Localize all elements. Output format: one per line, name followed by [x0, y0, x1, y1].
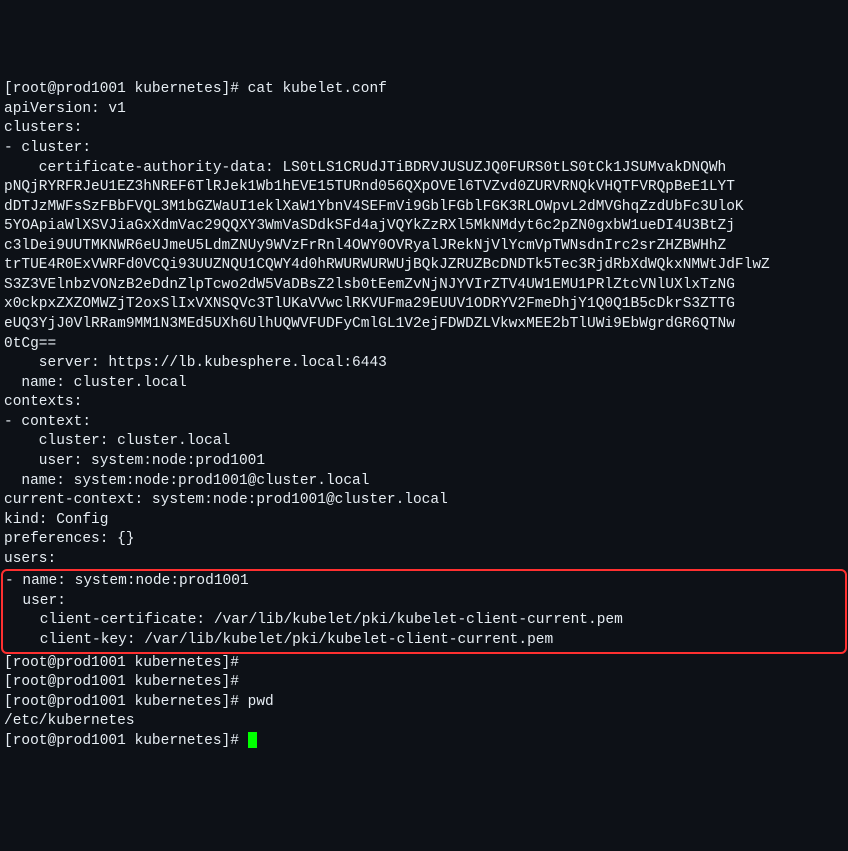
terminal-cursor — [248, 732, 257, 748]
yaml-clusters-key: clusters: — [4, 120, 82, 136]
yaml-ca-data-cont: dDTJzMWFsSzFBbFVQL3M1bGZWaUI1eklXaW1YbnV… — [4, 199, 744, 215]
prompt-empty: [root@prod1001 kubernetes]# — [4, 674, 239, 690]
yaml-ca-data-cont: trTUE4R0ExVWRFd0VCQi93UUZNQU1CQWY4d0hRWU… — [4, 257, 770, 273]
pwd-output: /etc/kubernetes — [4, 713, 135, 729]
prompt-command-pwd: [root@prod1001 kubernetes]# pwd — [4, 694, 274, 710]
yaml-cluster-item: - cluster: — [4, 140, 91, 156]
yaml-contexts-key: contexts: — [4, 394, 82, 410]
yaml-ca-data-cont: c3lDei9UUTMKNWR6eUJmeU5LdmZNUy9WVzFrRnl4… — [4, 238, 726, 254]
yaml-context-user: user: system:node:prod1001 — [4, 453, 265, 469]
yaml-context-name: name: system:node:prod1001@cluster.local — [4, 473, 369, 489]
yaml-context-cluster: cluster: cluster.local — [4, 433, 230, 449]
yaml-client-certificate: client-certificate: /var/lib/kubelet/pki… — [5, 612, 623, 628]
yaml-kind: kind: Config — [4, 512, 108, 528]
highlighted-user-section: - name: system:node:prod1001 user: clien… — [1, 569, 847, 653]
yaml-apiversion: apiVersion: v1 — [4, 101, 126, 117]
yaml-users-key: users: — [4, 551, 56, 567]
yaml-ca-data-cont: x0ckpxZXZOMWZjT2oxSlIxVXNSQVc3TlUKaVVwcl… — [4, 296, 735, 312]
yaml-user-key: user: — [5, 593, 66, 609]
yaml-ca-data-cont: pNQjRYRFRJeU1EZ3hNREF6TlRJek1Wb1hEVE15TU… — [4, 179, 735, 195]
prompt-current: [root@prod1001 kubernetes]# — [4, 733, 248, 749]
yaml-ca-data: certificate-authority-data: LS0tLS1CRUdJ… — [4, 160, 726, 176]
prompt-empty: [root@prod1001 kubernetes]# — [4, 655, 239, 671]
yaml-ca-data-cont: 5YOApiaWlXSVJiaGxXdmVac29QQXY3WmVaSDdkSF… — [4, 218, 735, 234]
yaml-preferences: preferences: {} — [4, 531, 135, 547]
yaml-ca-data-cont: S3Z3VElnbzVONzB2eDdnZlpTcwo2dW5VaDBsZ2ls… — [4, 277, 735, 293]
yaml-ca-data-cont: eUQ3YjJ0VlRRam9MM1N3MEd5UXh6UlhUQWVFUDFy… — [4, 316, 735, 332]
yaml-user-name: - name: system:node:prod1001 — [5, 573, 249, 589]
yaml-ca-data-end: 0tCg== — [4, 336, 56, 352]
yaml-server: server: https://lb.kubesphere.local:6443 — [4, 355, 387, 371]
yaml-current-context: current-context: system:node:prod1001@cl… — [4, 492, 448, 508]
yaml-client-key: client-key: /var/lib/kubelet/pki/kubelet… — [5, 632, 553, 648]
yaml-context-item: - context: — [4, 414, 91, 430]
prompt-command-cat: [root@prod1001 kubernetes]# cat kubelet.… — [4, 81, 387, 97]
yaml-cluster-name: name: cluster.local — [4, 375, 187, 391]
terminal-output[interactable]: [root@prod1001 kubernetes]# cat kubelet.… — [0, 78, 848, 753]
